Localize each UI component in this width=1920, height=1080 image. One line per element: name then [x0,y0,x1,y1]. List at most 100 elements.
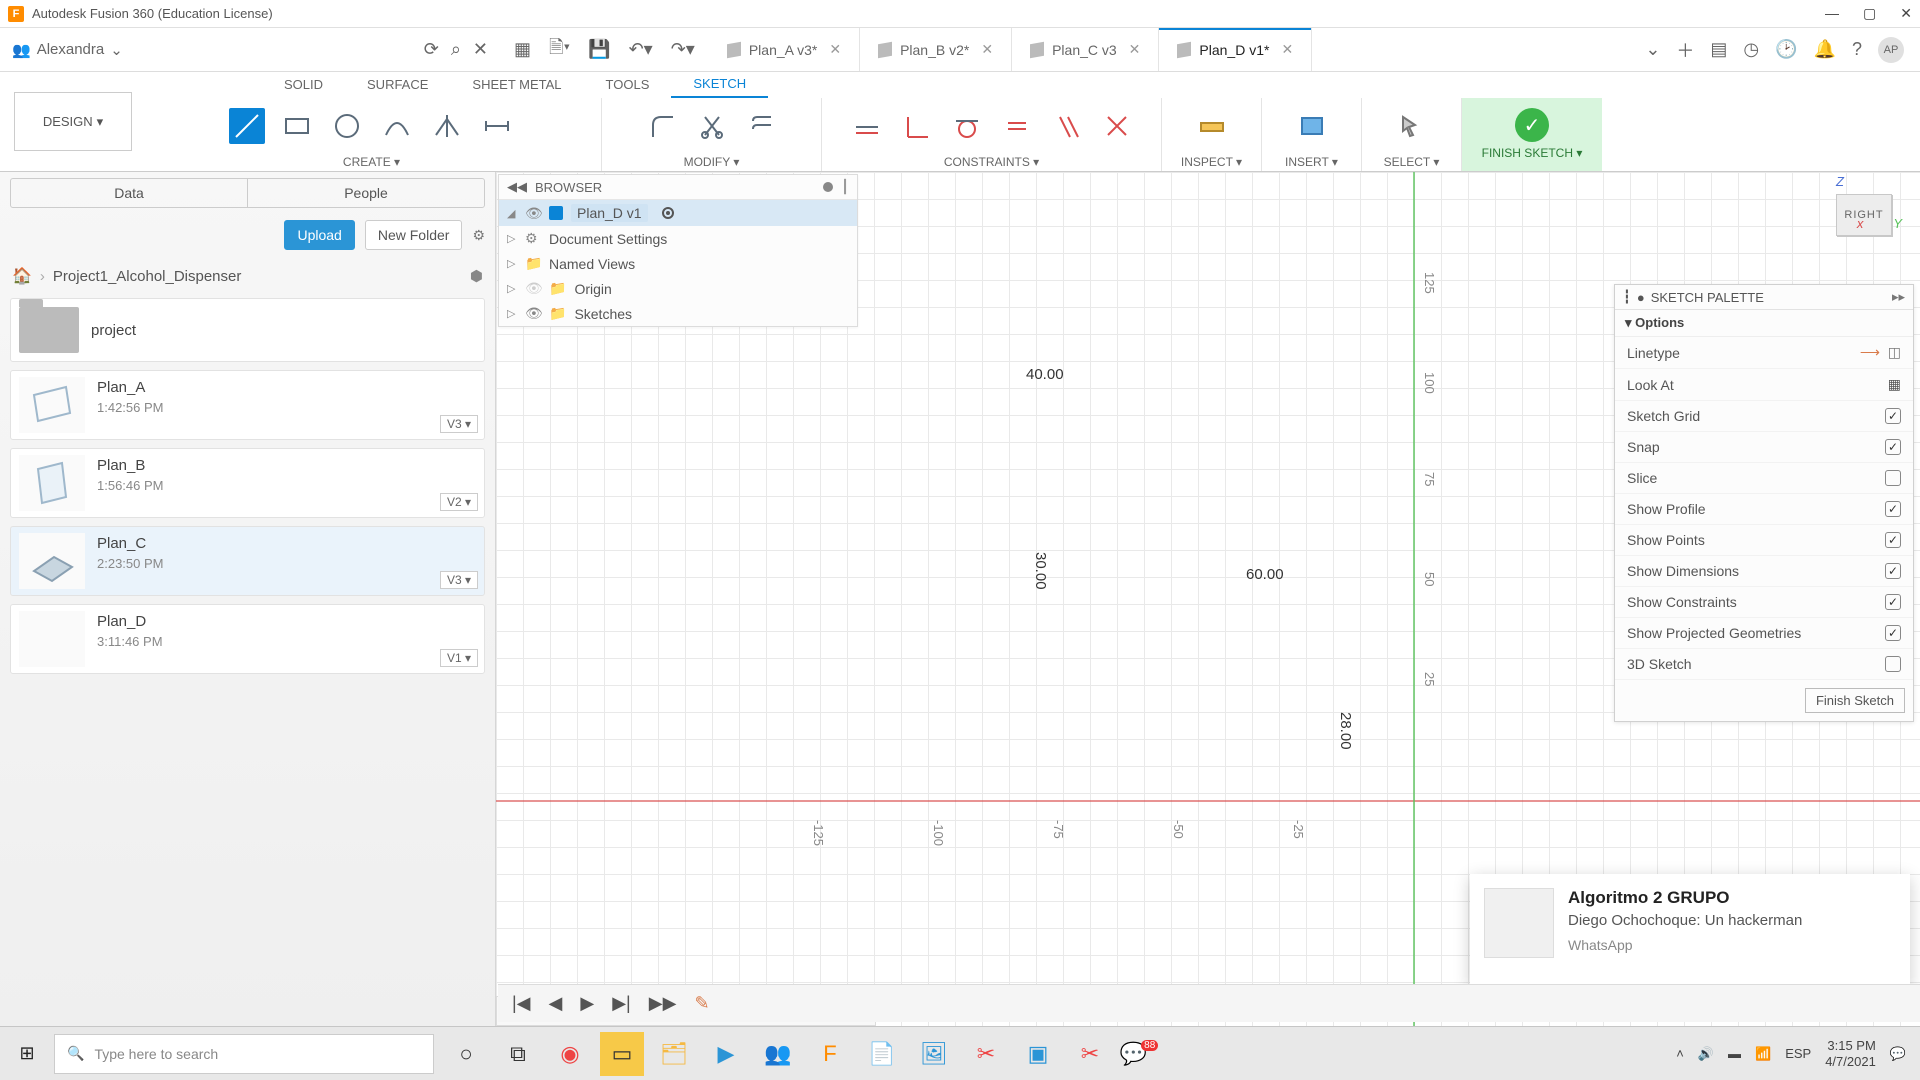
bell-icon[interactable]: 🔔 [1814,39,1836,60]
line-tool[interactable] [229,108,265,144]
snip-icon[interactable]: ✂ [964,1032,1008,1076]
tree-root[interactable]: ◢👁Plan_D v1 [499,200,857,226]
group-constraints-label[interactable]: CONSTRAINTS ▾ [822,155,1161,171]
tab-close-icon[interactable]: ✕ [981,41,993,58]
refresh-icon[interactable]: ⟳ [424,39,439,60]
fusion-icon[interactable]: F [808,1032,852,1076]
circle-tool[interactable] [329,108,365,144]
checkbox[interactable] [1885,594,1901,610]
sidebar-tab-data[interactable]: Data [11,179,248,207]
workspace-switcher[interactable]: DESIGN▾ [14,92,132,151]
timeline-sketch-icon[interactable]: ✎ [694,993,709,1014]
pin-icon[interactable]: ● [1637,290,1645,305]
version-badge[interactable]: V1 ▾ [440,649,478,667]
language-indicator[interactable]: ESP [1785,1046,1811,1061]
file-item[interactable]: Plan_B1:56:46 PM V2 ▾ [10,448,485,518]
file-item[interactable]: Plan_A1:42:56 PM V3 ▾ [10,370,485,440]
stickynotes-icon[interactable]: ▭ [600,1032,644,1076]
ribbon-tab-sheetmetal[interactable]: SHEET METAL [450,72,583,98]
jobs-icon[interactable]: ◷ [1743,39,1759,60]
help-icon[interactable]: ? [1852,39,1862,60]
folder-item[interactable]: project [10,298,485,362]
canvas[interactable]: -125 -100 -75 -50 -25 25 50 75 100 125 [496,172,1920,1026]
minimize-button[interactable]: — [1825,5,1839,22]
tree-item[interactable]: ▷📁Named Views [499,251,857,276]
start-button[interactable]: ⊞ [0,1043,54,1064]
notification-toast[interactable]: Algoritmo 2 GRUPO Diego Ochochoque: Un h… [1470,874,1910,986]
share-icon[interactable]: ⬢ [470,267,483,285]
mirror-tool[interactable] [429,108,465,144]
timeline-play-icon[interactable]: ▶ [580,993,594,1014]
extensions-icon[interactable]: ▤ [1710,39,1727,60]
panel-options-icon[interactable] [823,182,833,192]
visibility-icon[interactable]: 👁 [525,305,541,322]
movies-icon[interactable]: ▶ [704,1032,748,1076]
options-header[interactable]: ▾ Options [1615,310,1913,337]
timeline-start-icon[interactable]: |◀ [512,993,531,1014]
rectangle-tool[interactable] [279,108,315,144]
new-folder-button[interactable]: New Folder [365,220,463,250]
checkbox[interactable] [1885,439,1901,455]
arc-tool[interactable] [379,108,415,144]
maximize-button[interactable]: ▢ [1863,5,1876,22]
zoom-icon[interactable]: ▣ [1016,1032,1060,1076]
ribbon-tab-solid[interactable]: SOLID [262,72,345,98]
insert-icon[interactable] [1294,108,1330,144]
checkbox[interactable] [1885,563,1901,579]
trim-tool[interactable] [694,108,730,144]
tray-expand-icon[interactable]: ˄ [1676,1046,1684,1061]
tab-close-icon[interactable]: ✕ [1281,41,1293,58]
new-tab-icon[interactable]: ＋ [1676,37,1694,63]
timeline-prev-icon[interactable]: ◀ [549,993,563,1014]
fillet-tool[interactable] [644,108,680,144]
volume-icon[interactable]: 🔊 [1698,1046,1714,1062]
taskbar-search[interactable]: 🔍 Type here to search [54,1034,434,1074]
coincident-constraint-icon[interactable] [1099,108,1135,144]
clock-icon[interactable]: 🕑 [1775,39,1797,60]
group-insert-label[interactable]: INSERT ▾ [1262,155,1361,171]
parallel-constraint-icon[interactable] [1049,108,1085,144]
explorer-icon[interactable]: 🗂 [652,1032,696,1076]
group-inspect-label[interactable]: INSPECT ▾ [1162,155,1261,171]
timeline-end-icon[interactable]: ▶▶ [649,993,677,1014]
ribbon-tab-tools[interactable]: TOOLS [584,72,672,98]
checkbox[interactable] [1885,656,1901,672]
perpendicular-constraint-icon[interactable] [899,108,935,144]
tab-close-icon[interactable]: ✕ [1129,41,1141,58]
checkbox[interactable] [1885,501,1901,517]
redo-icon[interactable]: ↷▾ [671,39,695,60]
group-create-label[interactable]: CREATE ▾ [142,155,601,171]
finish-sketch-button[interactable]: ✓ FINISH SKETCH ▾ [1462,98,1602,171]
home-icon[interactable]: 🏠 [12,266,32,286]
battery-icon[interactable]: ▬ [1728,1046,1741,1061]
ribbon-tab-sketch[interactable]: SKETCH [671,72,768,98]
version-badge[interactable]: V3 ▾ [440,571,478,589]
taskview-icon[interactable]: ⧉ [496,1032,540,1076]
collapse-icon[interactable]: ◀◀ [507,179,527,195]
snip-sketch-icon[interactable]: ✂ [1068,1032,1112,1076]
offset-tool[interactable] [744,108,780,144]
sidebar-tab-people[interactable]: People [248,179,484,207]
gear-icon[interactable]: ⚙ [472,227,485,244]
save-icon[interactable]: 💾 [588,39,610,60]
version-badge[interactable]: V3 ▾ [440,415,478,433]
teams-icon[interactable]: 👥 [756,1032,800,1076]
visibility-off-icon[interactable]: 👁 [525,280,541,297]
breadcrumb[interactable]: 🏠 › Project1_Alcohol_Dispenser ⬢ [10,260,485,292]
tree-item[interactable]: ▷👁📁Origin [499,276,857,301]
checkbox[interactable] [1885,532,1901,548]
grid-apps-icon[interactable]: ▦ [514,39,531,60]
chevron-down-icon[interactable]: ⌄ [1645,39,1660,60]
undo-icon[interactable]: ↶▾ [629,39,653,60]
panel-handle-icon[interactable]: ┃ [841,179,849,195]
user-avatar[interactable]: AP [1878,37,1904,63]
search-icon[interactable]: ⌕ [451,39,461,60]
expand-icon[interactable]: ▸▸ [1892,289,1905,305]
file-item[interactable]: Plan_D3:11:46 PM V1 ▾ [10,604,485,674]
notepad-icon[interactable]: 📄 [860,1032,904,1076]
tree-item[interactable]: ▷👁📁Sketches [499,301,857,326]
lookat-icon[interactable]: ▦ [1888,376,1901,393]
document-tab[interactable]: Plan_D v1* ✕ [1159,28,1312,71]
tree-item[interactable]: ▷⚙Document Settings [499,226,857,251]
horizontal-constraint-icon[interactable] [849,108,885,144]
